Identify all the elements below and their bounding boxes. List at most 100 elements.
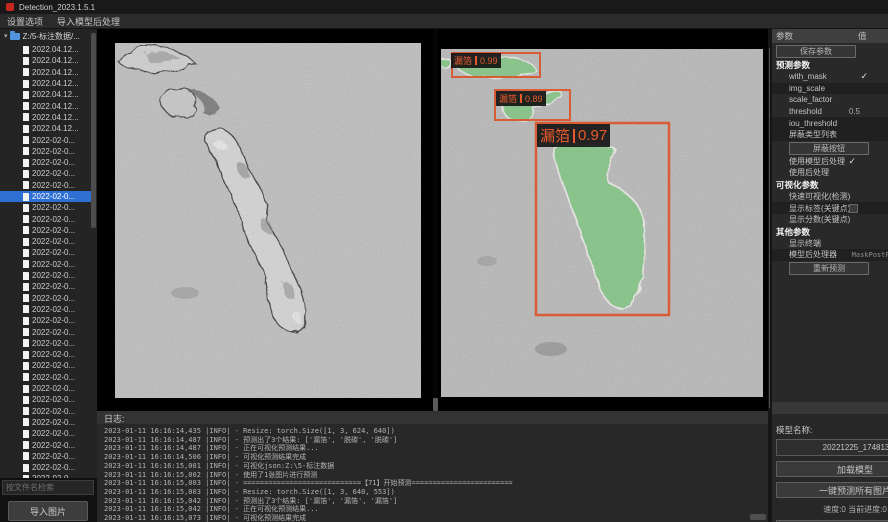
- tree-item[interactable]: 2022.04.12...: [0, 89, 91, 100]
- tree-item[interactable]: 2022-02-0...: [0, 439, 91, 450]
- caret-down-icon[interactable]: ▾: [4, 32, 8, 40]
- param-row-use-model-post[interactable]: 使用模型后处理 ✓: [772, 156, 888, 168]
- tree-item[interactable]: 2022-02-0...: [0, 304, 91, 315]
- viewer-divider-handle[interactable]: [433, 398, 438, 411]
- tree-item[interactable]: 2022.04.12...: [0, 67, 91, 78]
- checkmark-icon[interactable]: ✓: [848, 156, 856, 167]
- file-icon: [23, 57, 29, 65]
- tree-item[interactable]: 2022-02-0...: [0, 315, 91, 326]
- tree-item-label: 2022-02-0...: [32, 305, 75, 314]
- detection-score: 0.99: [480, 56, 498, 66]
- file-icon: [23, 113, 29, 121]
- tree-item[interactable]: 2022-02-0...: [0, 225, 91, 236]
- detection-class: 漏箔: [499, 92, 517, 105]
- detection-class: 漏箔: [540, 125, 570, 146]
- folder-icon: [10, 33, 20, 40]
- tree-item-label: 2022-02-0...: [32, 407, 75, 416]
- tree-root-node[interactable]: ▾ Z:/5-标注数据/...: [0, 29, 97, 43]
- file-icon: [23, 136, 29, 144]
- tree-item-label: 2022-02-0...: [32, 350, 75, 359]
- tree-item-label: 2022.04.12...: [32, 102, 79, 111]
- menu-item-import-postprocess[interactable]: 导入模型后处理: [57, 15, 120, 28]
- tree-item[interactable]: 2022-02-0...: [0, 259, 91, 270]
- param-row-model-post-processor[interactable]: 模型后处理器 MaskPostPro: [772, 249, 888, 261]
- tree-item[interactable]: 2022.04.12...: [0, 112, 91, 123]
- detection-score: 0.89: [525, 94, 543, 104]
- tree-item[interactable]: 2022-02-0...: [0, 157, 91, 168]
- tree-item[interactable]: 2022-02-0...: [0, 281, 91, 292]
- detection-score: 0.97: [578, 127, 607, 144]
- menu-item-settings[interactable]: 设置选项: [7, 15, 43, 28]
- tree-item[interactable]: 2022-02-0...: [0, 394, 91, 405]
- tree-item[interactable]: 2022-02-0...: [0, 383, 91, 394]
- tree-item-label: 2022-02-0...: [32, 361, 75, 370]
- tree-item[interactable]: 2022-02-0...: [0, 168, 91, 179]
- tree-item[interactable]: 2022-02-0...: [0, 417, 91, 428]
- tree-item[interactable]: 2022-02-0...: [0, 462, 91, 473]
- tree-item-label: 2022-02-0...: [32, 418, 75, 427]
- tree-item[interactable]: 2022-02-0...: [0, 270, 91, 281]
- mask-types-button[interactable]: 屏蔽按钮: [789, 142, 869, 155]
- tree-item[interactable]: 2022-02-0...: [0, 236, 91, 247]
- tree-item[interactable]: 2022-02-0...: [0, 213, 91, 224]
- tree-item[interactable]: 2022.04.12...: [0, 78, 91, 89]
- repredict-button[interactable]: 重新预测: [789, 262, 869, 275]
- save-params-button[interactable]: 保存参数: [776, 45, 856, 58]
- tree-item[interactable]: 2022-02-0...: [0, 293, 91, 304]
- param-row-iou-threshold[interactable]: iou_threshold: [772, 117, 888, 129]
- file-icon: [23, 147, 29, 155]
- param-row-mask-type-list[interactable]: 屏蔽类型列表: [772, 129, 888, 141]
- tree-item[interactable]: 2022-02-0...: [0, 326, 91, 337]
- model-panel-splitter[interactable]: [772, 402, 888, 414]
- section-predict-params: 预测参数: [772, 59, 888, 71]
- tree-item-label: 2022-02-0: [32, 474, 68, 478]
- tree-item[interactable]: 2022-02-0...: [0, 406, 91, 417]
- param-row-with-mask[interactable]: with_mask ✓: [772, 71, 888, 83]
- param-row-use-post[interactable]: 使用后处理: [772, 167, 888, 179]
- tree-item[interactable]: 2022-02-0...: [0, 180, 91, 191]
- file-icon: [23, 305, 29, 313]
- tree-root-label: Z:/5-标注数据/...: [23, 31, 80, 42]
- param-row-show-label[interactable]: 显示标签(关键点): [772, 202, 888, 214]
- prediction-image-panel[interactable]: [441, 49, 763, 397]
- tree-item[interactable]: 2022-02-0...: [0, 372, 91, 383]
- param-row-show-score[interactable]: 显示分数(关键点): [772, 214, 888, 226]
- tree-item[interactable]: 2022-02-0...: [0, 146, 91, 157]
- import-images-button[interactable]: 导入图片: [8, 501, 88, 521]
- param-row-show-terminal[interactable]: 显示终端: [772, 238, 888, 250]
- search-input[interactable]: [2, 480, 94, 495]
- tree-item[interactable]: 2022-02-0...: [0, 451, 91, 462]
- tree-item[interactable]: 2022-02-0...: [0, 191, 91, 202]
- tree-scrollbar[interactable]: [91, 33, 96, 228]
- tree-item[interactable]: 2022-02-0...: [0, 134, 91, 145]
- tree-item[interactable]: 2022.04.12...: [0, 100, 91, 111]
- predict-all-button[interactable]: 一键预测所有图片: [776, 482, 888, 498]
- tree-item[interactable]: 2022-02-0...: [0, 349, 91, 360]
- tree-item[interactable]: 2022-02-0...: [0, 247, 91, 258]
- file-icon: [23, 226, 29, 234]
- param-row-threshold[interactable]: threshold 0.5: [772, 106, 888, 118]
- source-image-panel[interactable]: [115, 43, 421, 398]
- tree-item[interactable]: 2022-02-0...: [0, 360, 91, 371]
- model-name-field[interactable]: 20221225_174813: [776, 439, 888, 456]
- file-icon: [23, 46, 29, 54]
- viewer-divider: [433, 29, 438, 411]
- panel-divider-line[interactable]: [769, 48, 770, 408]
- tree-item[interactable]: 2022-02-0...: [0, 428, 91, 439]
- tree-item[interactable]: 2022.04.12...: [0, 55, 91, 66]
- log-horizontal-scrollbar[interactable]: [750, 514, 766, 520]
- tree-item[interactable]: 2022-02-0: [0, 473, 91, 478]
- param-row-scale-factor[interactable]: scale_factor: [772, 94, 888, 106]
- tree-item[interactable]: 2022.04.12...: [0, 44, 91, 55]
- tree-item-label: 2022-02-0...: [32, 136, 75, 145]
- param-row-fast-vis[interactable]: 快速可视化(检测): [772, 191, 888, 203]
- tree-item-label: 2022.04.12...: [32, 68, 79, 77]
- tree-item[interactable]: 2022.04.12...: [0, 123, 91, 134]
- tree-item-label: 2022-02-0...: [32, 373, 75, 382]
- load-model-button[interactable]: 加载模型: [776, 461, 888, 477]
- param-row-img-scale[interactable]: img_scale: [772, 83, 888, 95]
- tree-item[interactable]: 2022-02-0...: [0, 202, 91, 213]
- checkbox-empty[interactable]: [849, 204, 858, 213]
- tree-item-label: 2022-02-0...: [32, 226, 75, 235]
- tree-item[interactable]: 2022-02-0...: [0, 338, 91, 349]
